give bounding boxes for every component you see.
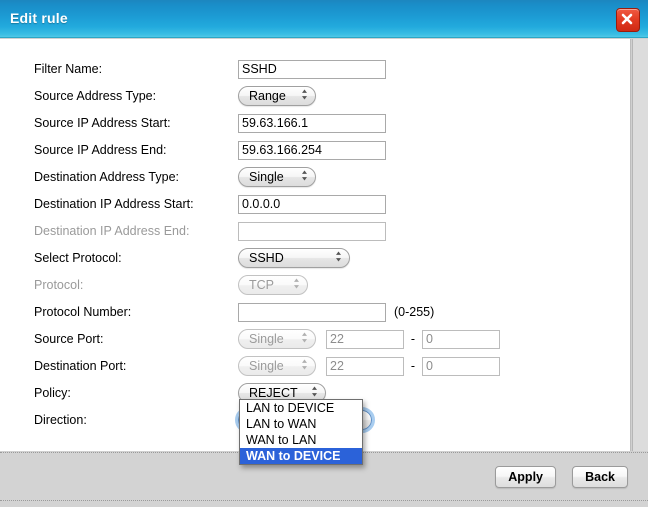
destination-port-start-input[interactable] (326, 356, 404, 376)
back-button[interactable]: Back (572, 466, 628, 488)
direction-dropdown-list[interactable]: LAN to DEVICE LAN to WAN WAN to LAN WAN … (239, 399, 363, 465)
source-address-type-select[interactable]: Range (238, 86, 316, 106)
stepper-arrows-icon (335, 251, 342, 266)
source-port-start-input[interactable] (326, 329, 404, 349)
page-scrollbar-track[interactable] (632, 39, 648, 451)
form-row-protocol-number: Protocol Number: (0-255) (34, 300, 500, 324)
destination-port-type-value: Single (249, 359, 284, 373)
label-filter-name: Filter Name: (34, 62, 103, 76)
select-protocol-select[interactable]: SSHD (238, 248, 350, 268)
form-row-source-port: Source Port: Single - (34, 327, 500, 351)
label-source-address-type: Source Address Type: (34, 89, 157, 103)
stepper-arrows-icon (301, 89, 308, 104)
label-destination-address-type: Destination Address Type: (34, 170, 179, 184)
dialog-title: Edit rule (10, 10, 68, 26)
label-policy: Policy: (34, 386, 71, 400)
edit-rule-dialog: Edit rule Filter Name: Source Address Ty… (0, 0, 648, 507)
footer-bottom-divider (0, 500, 648, 501)
label-protocol-number: Protocol Number: (34, 305, 132, 319)
direction-option-wan-to-device[interactable]: WAN to DEVICE (240, 448, 362, 464)
source-port-end-input[interactable] (422, 329, 500, 349)
destination-ip-end-input[interactable] (238, 221, 386, 241)
protocol-select[interactable]: TCP (238, 275, 308, 295)
label-destination-ip-end: Destination IP Address End: (34, 224, 190, 238)
select-protocol-value: SSHD (249, 251, 284, 265)
protocol-number-hint: (0-255) (394, 305, 435, 319)
label-source-port: Source Port: (34, 332, 104, 346)
protocol-value: TCP (249, 278, 274, 292)
dialog-content: Filter Name: Source Address Type: Range … (0, 39, 631, 451)
destination-address-type-select[interactable]: Single (238, 167, 316, 187)
destination-address-type-value: Single (249, 170, 284, 184)
label-source-ip-start: Source IP Address Start: (34, 116, 171, 130)
source-port-separator: - (410, 332, 416, 346)
form-row-source-ip-end: Source IP Address End: (34, 138, 500, 162)
label-source-ip-end: Source IP Address End: (34, 143, 167, 157)
form-row-destination-address-type: Destination Address Type: Single (34, 165, 500, 189)
stepper-arrows-icon (301, 359, 308, 374)
label-destination-ip-start: Destination IP Address Start: (34, 197, 194, 211)
form-row-protocol: Protocol: TCP (34, 273, 500, 297)
form-row-filter-name: Filter Name: (34, 57, 500, 81)
policy-value: REJECT (249, 386, 298, 400)
form-row-destination-ip-end: Destination IP Address End: (34, 219, 500, 243)
stepper-arrows-icon (301, 332, 308, 347)
source-port-type-value: Single (249, 332, 284, 346)
direction-option-wan-to-lan[interactable]: WAN to LAN (240, 432, 362, 448)
form-row-select-protocol: Select Protocol: SSHD (34, 246, 500, 270)
direction-option-lan-to-device[interactable]: LAN to DEVICE (240, 400, 362, 416)
form-row-destination-ip-start: Destination IP Address Start: (34, 192, 500, 216)
direction-option-lan-to-wan[interactable]: LAN to WAN (240, 416, 362, 432)
destination-port-end-input[interactable] (422, 356, 500, 376)
source-port-type-select[interactable]: Single (238, 329, 316, 349)
destination-port-separator: - (410, 359, 416, 373)
label-protocol: Protocol: (34, 278, 84, 292)
source-ip-start-input[interactable] (238, 113, 386, 133)
form-row-source-ip-start: Source IP Address Start: (34, 111, 500, 135)
stepper-arrows-icon (301, 170, 308, 185)
label-destination-port: Destination Port: (34, 359, 127, 373)
destination-port-type-select[interactable]: Single (238, 356, 316, 376)
form-row-destination-port: Destination Port: Single - (34, 354, 500, 378)
edit-rule-form: Filter Name: Source Address Type: Range … (34, 57, 500, 435)
destination-ip-start-input[interactable] (238, 194, 386, 214)
dialog-titlebar: Edit rule (0, 0, 648, 38)
label-select-protocol: Select Protocol: (34, 251, 122, 265)
source-address-type-value: Range (249, 89, 286, 103)
apply-button[interactable]: Apply (495, 466, 556, 488)
stepper-arrows-icon (293, 278, 300, 293)
form-row-source-address-type: Source Address Type: Range (34, 84, 500, 108)
source-ip-end-input[interactable] (238, 140, 386, 160)
label-direction: Direction: (34, 413, 87, 427)
close-icon[interactable] (616, 8, 640, 32)
protocol-number-input[interactable] (238, 302, 386, 322)
filter-name-input[interactable] (238, 59, 386, 79)
